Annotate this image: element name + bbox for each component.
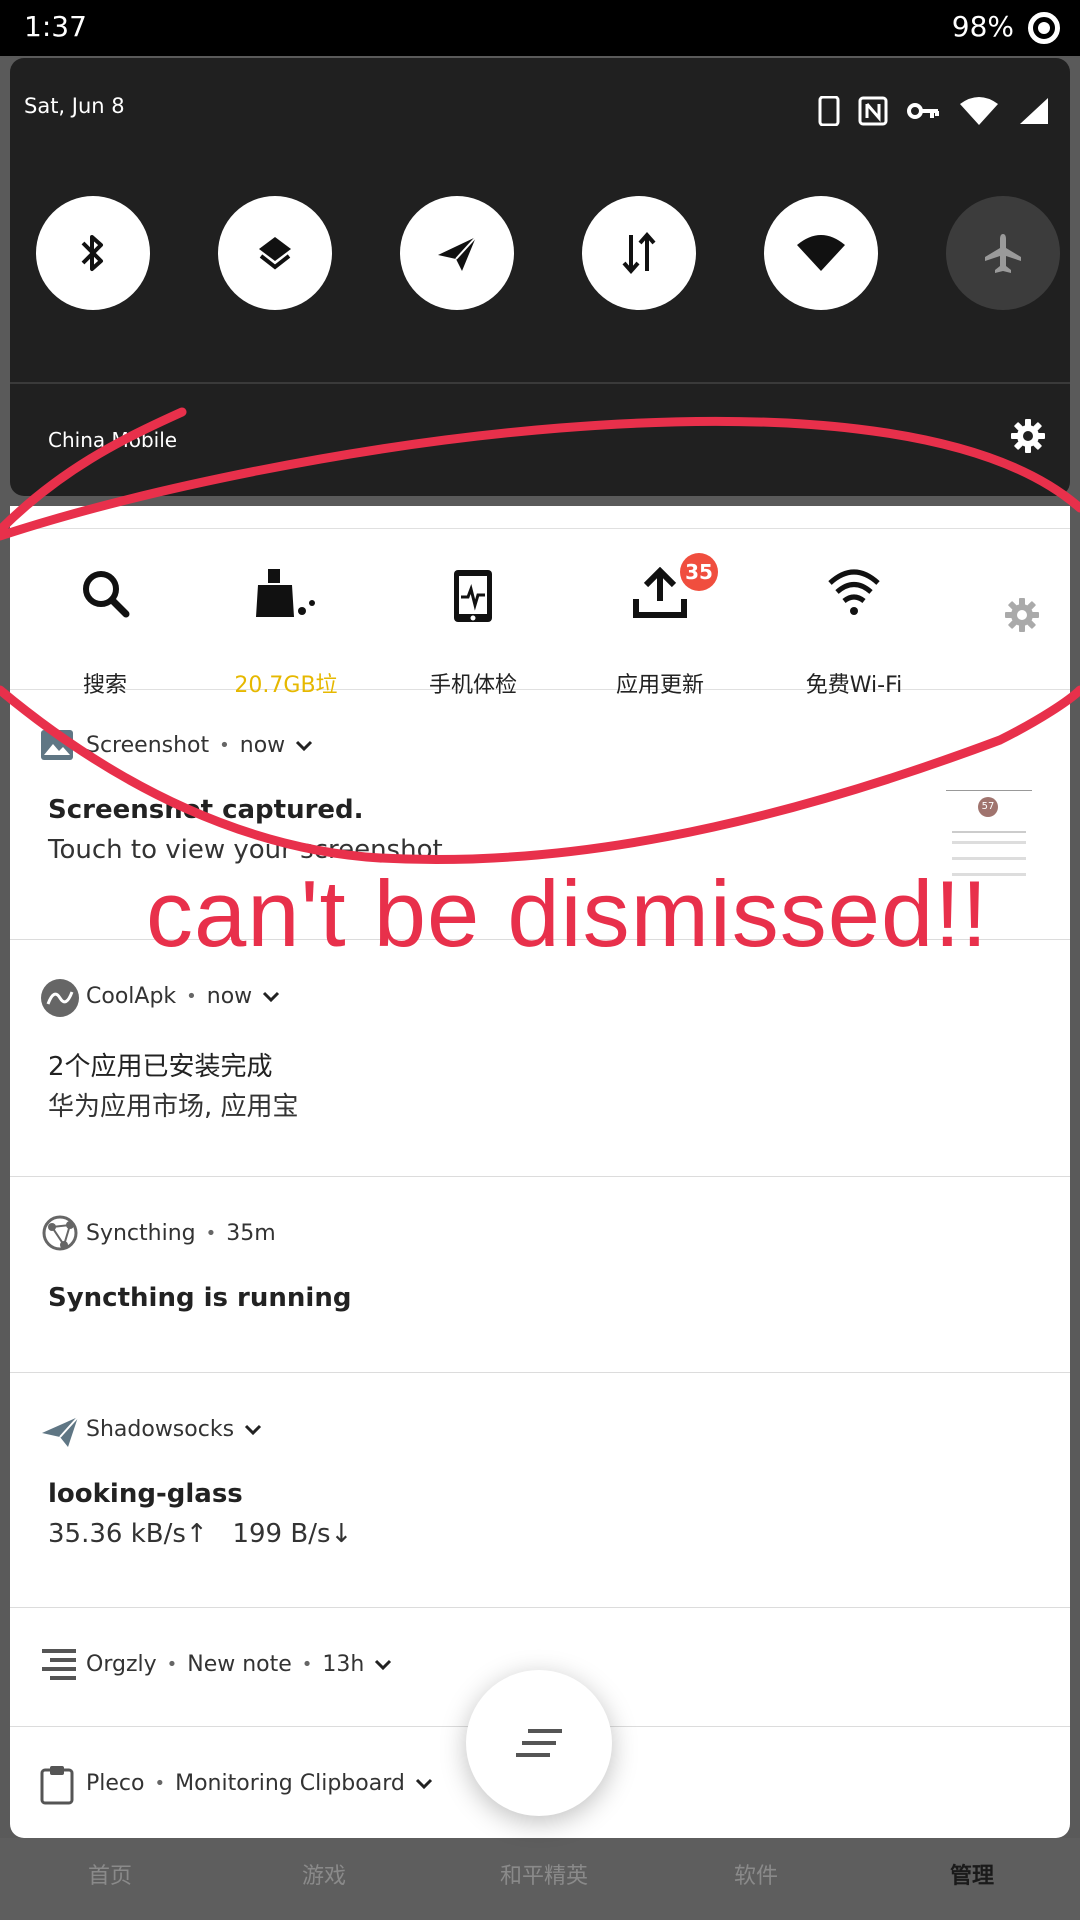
notification-syncthing[interactable]: Syncthing • 35m Syncthing is running [10,1177,1070,1373]
clipboard-icon [40,1766,74,1805]
tile-mobile-data[interactable] [582,196,696,310]
battery-percent: 98% [951,10,1014,43]
notification-time: now [206,984,253,1009]
tab-manage[interactable]: 管理 [950,1858,994,1890]
bluetooth-icon [81,235,103,271]
image-icon [41,730,73,760]
clear-all-icon [516,1729,562,1757]
tile-wifi[interactable] [764,196,878,310]
quick-settings-panel: Sat, Jun 8 China Mobile [10,58,1070,496]
list-lines-icon [42,1649,76,1680]
search-icon [83,571,130,618]
notification-header: Pleco • Monitoring Clipboard [86,1771,433,1796]
notification-header: Shadowsocks [86,1417,262,1442]
settings-gear-icon[interactable] [1010,418,1046,454]
separator-dot: • [219,735,230,756]
tab-home[interactable]: 首页 [88,1858,132,1890]
separator-dot: • [186,986,197,1007]
chevron-down-icon[interactable] [415,1778,433,1790]
notification-text: 华为应用市场, 应用宝 [48,1092,299,1122]
nfc-icon [858,96,888,126]
separator-dot: • [205,1223,217,1244]
widget-settings-gear-icon[interactable] [1004,597,1040,633]
notification-subtext: New note [187,1652,292,1677]
notification-header: Screenshot • now [86,733,313,758]
notification-shadowsocks[interactable]: Shadowsocks looking-glass 35.36 kB/s↑ 19… [10,1373,1070,1608]
clock: 1:37 [24,10,87,43]
widget-phone-check[interactable]: 手机体检 [393,529,553,698]
cell-signal-icon [1020,98,1048,124]
update-count-badge: 35 [680,553,718,591]
thumbnail-line [952,841,1026,844]
tile-layers[interactable] [218,196,332,310]
notification-shade: 搜索 20.7GB垃 手机体检 35 应用更新 免费Wi-Fi Screensh [10,506,1070,1838]
widget-free-wifi[interactable]: 免费Wi-Fi [774,529,934,698]
chevron-down-icon[interactable] [244,1424,262,1436]
separator-dot: • [301,1654,313,1675]
notification-title: Syncthing is running [48,1283,352,1313]
wifi-icon [797,235,845,271]
background-app-tabbar: 首页 游戏 和平精英 软件 管理 [0,1838,1080,1920]
vpn-key-icon [907,103,939,119]
tab-software[interactable]: 软件 [734,1858,778,1890]
notification-coolapk[interactable]: CoolApk • now 2个应用已安装完成 华为应用市场, 应用宝 [10,940,1070,1177]
thumbnail-avatar: 57 [978,797,998,817]
app-name: Syncthing [86,1221,196,1246]
paper-plane-icon [438,236,477,271]
tile-bluetooth[interactable] [36,196,150,310]
chevron-down-icon[interactable] [262,991,280,1003]
tab-peace-elite[interactable]: 和平精英 [500,1858,588,1890]
clear-all-button[interactable] [466,1670,612,1816]
notification-header: Orgzly • New note • 13h [86,1652,392,1677]
widget-search[interactable]: 搜索 [25,529,185,698]
shortcut-widget: 搜索 20.7GB垃 手机体检 35 应用更新 免费Wi-Fi [10,528,1070,698]
qs-divider [10,382,1070,384]
widget-app-updates[interactable]: 35 应用更新 [580,529,740,698]
app-name: Screenshot [86,733,210,758]
date-label: Sat, Jun 8 [24,94,125,118]
airplane-icon [985,234,1021,273]
notification-subtext: Monitoring Clipboard [175,1771,405,1796]
data-transfer-icon [622,231,656,275]
annotation-text: can't be dismissed!! [146,861,989,966]
notification-header: Syncthing • 35m [86,1221,276,1246]
widget-cleaner[interactable]: 20.7GB垃 [206,529,366,698]
tile-send[interactable] [400,196,514,310]
notification-title: 2个应用已安装完成 [48,1052,273,1082]
thumbnail-line [952,831,1026,833]
notification-time: 35m [226,1221,276,1246]
status-bar: 1:37 98% [0,0,1080,56]
notification-title: Screenshot captured. [48,795,364,825]
app-name: Shadowsocks [86,1417,235,1442]
wifi-icon [828,569,880,615]
system-status-icons [818,96,1050,126]
layers-icon [259,237,291,270]
notification-title: looking-glass [48,1479,243,1509]
app-name: CoolApk [86,984,177,1009]
carrier-label: China Mobile [48,428,178,452]
notification-time: now [239,733,286,758]
notification-header: CoolApk • now [86,984,280,1009]
notification-text: 35.36 kB/s↑ 199 B/s↓ [48,1519,353,1549]
phone-vibrate-icon [818,96,840,126]
app-name: Pleco [86,1771,145,1796]
paper-plane-icon [42,1416,79,1447]
quick-tiles [36,196,1060,312]
tab-games[interactable]: 游戏 [302,1858,346,1890]
separator-dot: • [166,1654,178,1675]
app-name: Orgzly [86,1652,157,1677]
syncthing-icon [42,1215,78,1251]
notification-time: 13h [322,1652,365,1677]
separator-dot: • [154,1773,166,1794]
cleaner-icon [256,569,315,617]
coolapk-icon [41,979,79,1017]
chevron-down-icon[interactable] [374,1659,392,1671]
battery-icon [1028,12,1060,44]
chevron-down-icon[interactable] [295,740,313,752]
tile-airplane[interactable] [946,196,1060,310]
phone-check-icon [454,570,492,622]
wifi-signal-icon [960,97,998,125]
